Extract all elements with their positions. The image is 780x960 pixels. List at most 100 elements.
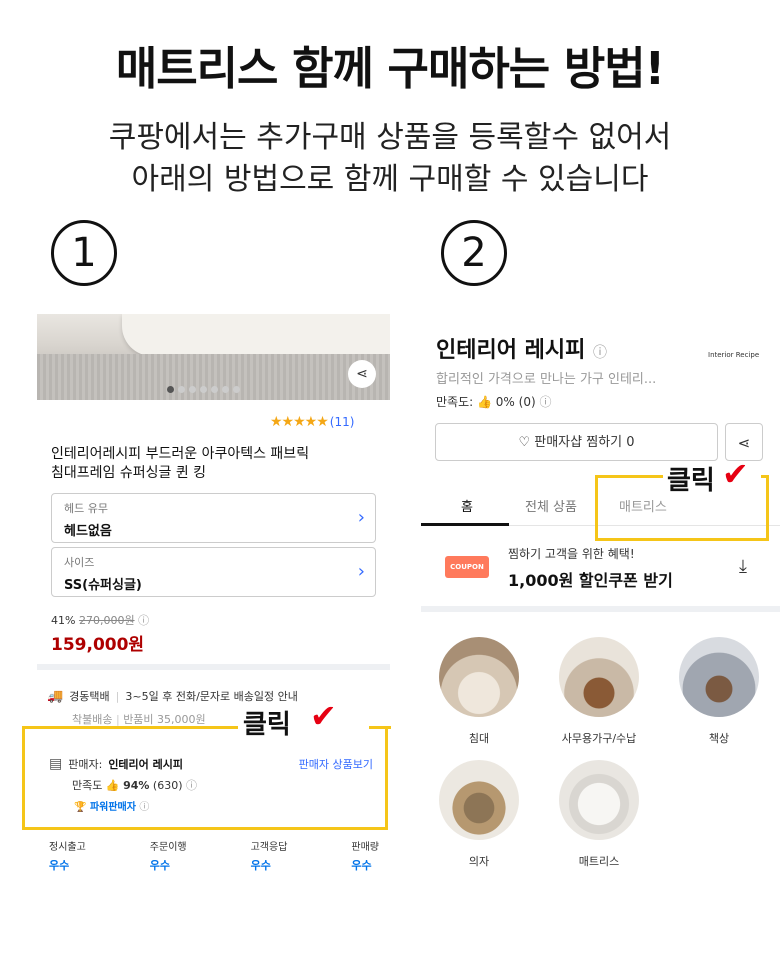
category-label: 의자	[468, 855, 490, 868]
category-image	[559, 637, 639, 717]
coupon-banner[interactable]: COUPON 찜하기 고객을 위한 혜택! 1,000원 할인쿠폰 받기 ⤓	[421, 526, 780, 606]
category-label: 사무용가구/수납	[561, 732, 637, 745]
product-name-line2: 침대프레임 슈퍼싱글 퀸 킹	[51, 465, 207, 481]
chevron-right-icon: ›	[357, 507, 365, 528]
download-icon[interactable]: ⤓	[739, 556, 747, 577]
satisfaction-count: (0)	[518, 395, 536, 409]
satisfaction-value: 94%	[123, 779, 150, 792]
step-number-2: 2	[441, 220, 507, 286]
stat-value: 우수	[250, 859, 271, 872]
category-image	[439, 760, 519, 840]
category-item-chair[interactable]: 의자	[424, 760, 534, 869]
heart-icon: ♡	[518, 435, 531, 450]
share-icon: ⋖	[737, 434, 751, 452]
seller-products-link[interactable]: 판매자 상품보기	[299, 756, 373, 772]
power-seller-label: 파워판매자	[89, 802, 136, 813]
stat-item: 정시출고우수	[49, 838, 86, 873]
option-select-size[interactable]: 사이즈 SS(슈퍼싱글) ›	[51, 547, 376, 597]
shipping-schedule: 3~5일 후 전화/문자로 배송일정 안내	[125, 690, 298, 703]
satisfaction-value: 0%	[495, 395, 515, 409]
discount-rate: 41%	[51, 614, 76, 627]
truck-icon: 🚚	[47, 688, 64, 704]
sale-price: 159,000원	[51, 635, 145, 655]
step-number-1: 1	[51, 220, 117, 286]
stat-value: 우수	[49, 859, 70, 872]
option-value: 헤드없음	[64, 524, 112, 539]
rating-count[interactable]: (11)	[330, 415, 355, 429]
tab-all-products[interactable]: 전체 상품	[525, 496, 577, 515]
store-description: 합리적인 가격으로 만나는 가구 인테리...	[436, 372, 657, 387]
original-price: 270,000원	[78, 614, 135, 627]
section-divider	[37, 664, 390, 670]
store-name-text: 인테리어 레시피	[436, 338, 586, 363]
category-item-bed[interactable]: 침대	[424, 637, 534, 746]
subtitle-line2: 아래의 방법으로 함께 구매할 수 있습니다	[131, 162, 649, 197]
stat-label: 주문이행	[149, 842, 187, 853]
section-divider	[421, 606, 780, 612]
shipping-type: 경동택배	[69, 690, 110, 703]
shipping-cod: 착불배송	[72, 713, 113, 726]
discount-line: 41% 270,000원 ⓘ	[51, 612, 149, 628]
seller-name[interactable]: 인테리어 레시피	[108, 756, 183, 772]
tab-home[interactable]: 홈	[461, 496, 473, 515]
category-image	[679, 637, 759, 717]
coupon-title: 1,000원 할인쿠폰 받기	[508, 571, 673, 590]
category-item-office[interactable]: 사무용가구/수납	[544, 637, 654, 746]
option-select-head[interactable]: 헤드 유무 헤드없음 ›	[51, 493, 376, 543]
stat-item: 고객응답우수	[251, 838, 288, 873]
seller-stats: 정시출고우수 주문이행우수 고객응답우수 판매량우수	[49, 838, 379, 873]
coupon-icon: COUPON	[445, 556, 489, 578]
image-carousel-dots[interactable]	[167, 386, 240, 393]
info-icon[interactable]: ⓘ	[139, 802, 149, 813]
rug-graphic	[37, 354, 390, 400]
stat-value: 우수	[351, 859, 372, 872]
trophy-icon: 🏆	[74, 802, 87, 813]
seller-label: 판매자:	[68, 758, 103, 771]
share-icon[interactable]: ⋖	[348, 360, 376, 388]
return-fee: 반품비 35,000원	[123, 713, 206, 726]
thumbs-up-icon: 👍	[105, 779, 120, 792]
power-seller-badge: 🏆 파워판매자 ⓘ	[74, 798, 149, 813]
info-icon[interactable]: ⓘ	[138, 614, 149, 627]
stat-value: 우수	[149, 859, 171, 872]
shipping-extra: 착불배송 | 반품비 35,000원	[72, 713, 206, 726]
stat-label: 정시출고	[49, 842, 86, 853]
satisfaction-count: (630)	[152, 779, 183, 792]
store-satisfaction: 만족도: 👍 0% (0) ⓘ	[436, 393, 552, 410]
category-label: 매트리스	[578, 855, 620, 868]
category-label: 침대	[468, 732, 490, 745]
stat-label: 판매량	[351, 842, 379, 853]
stat-label: 고객응답	[250, 842, 288, 853]
store-logo: Interior Recipe	[708, 351, 760, 359]
seller-row: ▤ 판매자: 인테리어 레시피	[49, 756, 183, 772]
category-image	[559, 760, 639, 840]
page-title: 매트리스 함께 구매하는 방법!	[115, 42, 665, 95]
option-value: SS(슈퍼싱글)	[64, 578, 142, 593]
satisfaction-label: 만족도:	[436, 395, 474, 409]
store-icon: ▤	[49, 756, 63, 772]
sofa-graphic	[122, 314, 390, 356]
follow-label: 판매자샵 찜하기 0	[534, 435, 635, 450]
subtitle-line1: 쿠팡에서는 추가구매 상품을 등록할수 없어서	[108, 120, 672, 155]
thumbs-up-icon: 👍	[477, 395, 492, 409]
rating-stars[interactable]: ★★★★★ (11)	[270, 414, 354, 430]
store-name: 인테리어 레시피 ⓘ	[436, 332, 607, 364]
follow-store-button[interactable]: ♡ 판매자샵 찜하기 0	[435, 423, 718, 461]
seller-satisfaction: 만족도 👍 94% (630) ⓘ	[72, 777, 197, 793]
category-item-desk[interactable]: 책상	[664, 637, 774, 746]
stat-item: 주문이행우수	[150, 838, 187, 873]
info-icon[interactable]: ⓘ	[186, 779, 197, 792]
stat-item: 판매량우수	[351, 838, 379, 873]
shipping-info: 🚚 경동택배 | 3~5일 후 전화/문자로 배송일정 안내	[47, 688, 298, 704]
chevron-right-icon: ›	[357, 561, 365, 582]
category-item-mattress[interactable]: 매트리스	[544, 760, 654, 869]
category-label: 책상	[708, 732, 730, 745]
coupon-caption: 찜하기 고객을 위한 혜택!	[508, 547, 635, 561]
info-icon[interactable]: ⓘ	[593, 345, 607, 361]
option-label: 헤드 유무	[64, 502, 108, 515]
category-image	[439, 637, 519, 717]
product-name-line1: 인테리어레시피 부드러운 아쿠아텍스 패브릭	[51, 446, 310, 462]
info-icon[interactable]: ⓘ	[539, 395, 551, 409]
option-label: 사이즈	[64, 556, 95, 569]
satisfaction-label: 만족도	[72, 779, 103, 792]
